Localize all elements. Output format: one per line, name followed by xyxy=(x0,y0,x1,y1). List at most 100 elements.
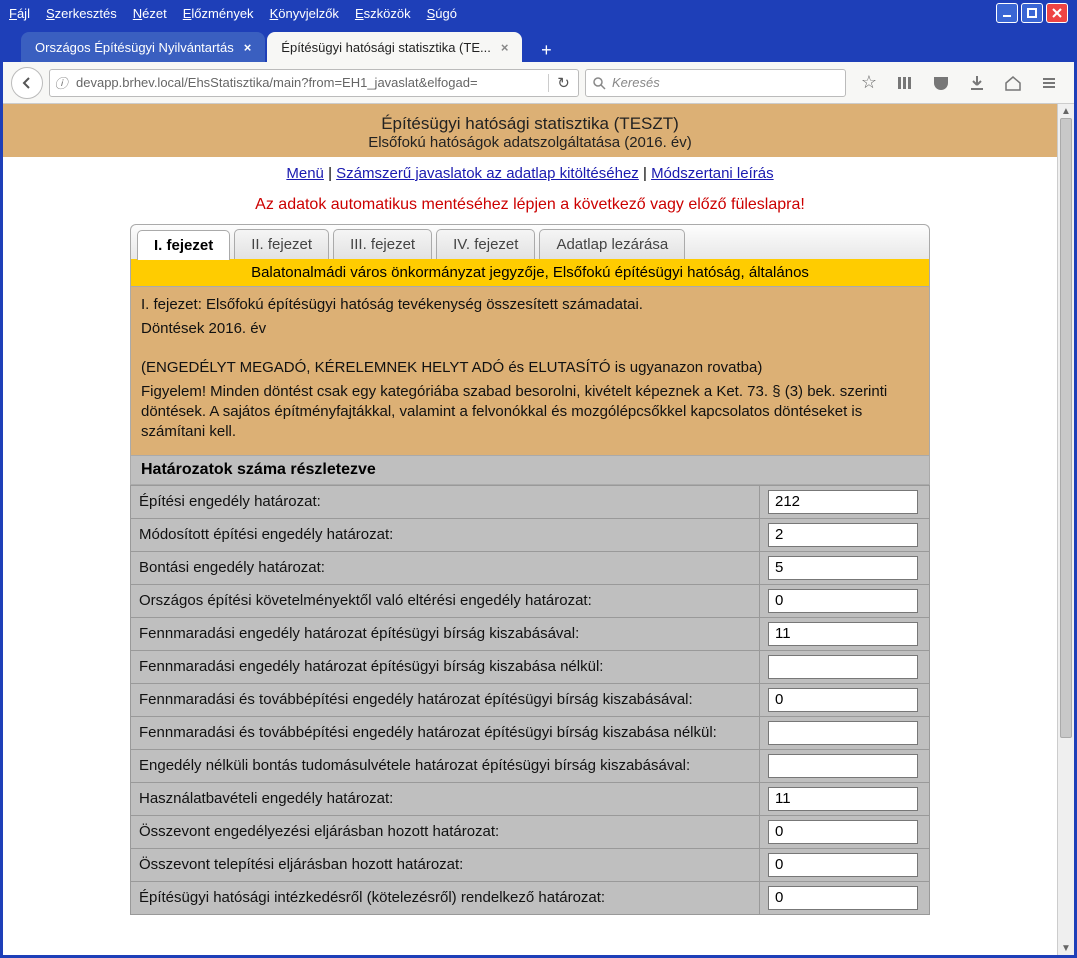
form-row: Használatbavételi engedély határozat: xyxy=(131,782,930,815)
browser-tab-2[interactable]: Építésügyi hatósági statisztika (TE... × xyxy=(267,32,522,62)
row-label: Építési engedély határozat: xyxy=(131,485,760,518)
form-row: Módosított építési engedély határozat: xyxy=(131,518,930,551)
home-icon[interactable] xyxy=(1004,74,1022,92)
tab-chapter-1[interactable]: I. fejezet xyxy=(137,230,230,260)
form-row: Engedély nélküli bontás tudomásulvétele … xyxy=(131,749,930,782)
scroll-down-icon[interactable]: ▼ xyxy=(1058,941,1074,955)
row-value-cell xyxy=(760,749,930,782)
value-input[interactable] xyxy=(768,820,918,844)
browser-toolbar: ⓘ ↻ Keresés ☆ xyxy=(3,62,1074,104)
library-icon[interactable] xyxy=(896,74,914,92)
search-placeholder: Keresés xyxy=(612,75,660,90)
menu-bookmarks[interactable]: Könyvjelzők xyxy=(270,6,339,21)
scrollbar[interactable]: ▲ ▼ xyxy=(1057,104,1074,955)
scroll-thumb[interactable] xyxy=(1060,118,1072,738)
value-input[interactable] xyxy=(768,853,918,877)
address-bar[interactable]: ⓘ ↻ xyxy=(49,69,579,97)
value-input[interactable] xyxy=(768,721,918,745)
row-label: Használatbavételi engedély határozat: xyxy=(131,782,760,815)
scroll-up-icon[interactable]: ▲ xyxy=(1058,104,1074,118)
form-row: Fennmaradási engedély határozat építésüg… xyxy=(131,650,930,683)
form-row: Fennmaradási engedély határozat építésüg… xyxy=(131,617,930,650)
menu-icon[interactable] xyxy=(1040,74,1058,92)
tab-chapter-2[interactable]: II. fejezet xyxy=(234,229,329,259)
value-input[interactable] xyxy=(768,622,918,646)
row-value-cell xyxy=(760,650,930,683)
menu-help[interactable]: Súgó xyxy=(427,6,457,21)
value-input[interactable] xyxy=(768,655,918,679)
link-szam[interactable]: Számszerű javaslatok az adatlap kitöltés… xyxy=(336,165,639,182)
links-row: Menü | Számszerű javaslatok az adatlap k… xyxy=(3,157,1057,190)
pocket-icon[interactable] xyxy=(932,74,950,92)
form-row: Összevont engedélyezési eljárásban hozot… xyxy=(131,815,930,848)
row-label: Bontási engedély határozat: xyxy=(131,551,760,584)
minimize-button[interactable] xyxy=(996,3,1018,23)
window-controls xyxy=(996,3,1068,23)
row-label: Építésügyi hatósági intézkedésről (kötel… xyxy=(131,881,760,914)
menu-history[interactable]: Előzmények xyxy=(183,6,254,21)
maximize-button[interactable] xyxy=(1021,3,1043,23)
row-label: Összevont telepítési eljárásban hozott h… xyxy=(131,848,760,881)
row-value-cell xyxy=(760,584,930,617)
form-row: Fennmaradási és továbbépítési engedély h… xyxy=(131,716,930,749)
page-viewport: Építésügyi hatósági statisztika (TESZT) … xyxy=(3,104,1074,955)
value-input[interactable] xyxy=(768,754,918,778)
value-input[interactable] xyxy=(768,490,918,514)
value-input[interactable] xyxy=(768,556,918,580)
tab-adatlap-lezarasa[interactable]: Adatlap lezárása xyxy=(539,229,685,259)
tab-chapter-4[interactable]: IV. fejezet xyxy=(436,229,535,259)
form-row: Építési engedély határozat: xyxy=(131,485,930,518)
value-input[interactable] xyxy=(768,688,918,712)
tab-chapter-3[interactable]: III. fejezet xyxy=(333,229,432,259)
toolbar-icons: ☆ xyxy=(852,74,1066,92)
menu-edit[interactable]: Szerkesztés xyxy=(46,6,117,21)
value-input[interactable] xyxy=(768,523,918,547)
app-menubar: Fájl Szerkesztés Nézet Előzmények Könyvj… xyxy=(3,0,1074,26)
value-input[interactable] xyxy=(768,787,918,811)
browser-tab-1[interactable]: Országos Építésügyi Nyilvántartás × xyxy=(21,32,265,62)
info-icon[interactable]: ⓘ xyxy=(50,73,72,92)
star-icon[interactable]: ☆ xyxy=(860,74,878,92)
row-label: Engedély nélküli bontás tudomásulvétele … xyxy=(131,749,760,782)
link-modsz[interactable]: Módszertani leírás xyxy=(651,165,774,182)
row-label: Összevont engedélyezési eljárásban hozot… xyxy=(131,815,760,848)
menu-view[interactable]: Nézet xyxy=(133,6,167,21)
row-value-cell xyxy=(760,551,930,584)
reload-icon[interactable]: ↻ xyxy=(548,74,578,92)
row-label: Fennmaradási és továbbépítési engedély h… xyxy=(131,683,760,716)
row-value-cell xyxy=(760,716,930,749)
back-button[interactable] xyxy=(11,67,43,99)
org-bar: Balatonalmádi város önkormányzat jegyzőj… xyxy=(130,259,930,287)
row-value-cell xyxy=(760,881,930,914)
form-row: Országos építési követelményektől való e… xyxy=(131,584,930,617)
url-input[interactable] xyxy=(72,70,548,96)
row-value-cell xyxy=(760,518,930,551)
row-label: Fennmaradási engedély határozat építésüg… xyxy=(131,617,760,650)
new-tab-button[interactable]: + xyxy=(532,38,560,62)
row-value-cell xyxy=(760,683,930,716)
chapter-tabs: I. fejezet II. fejezet III. fejezet IV. … xyxy=(130,224,930,259)
row-value-cell xyxy=(760,782,930,815)
value-input[interactable] xyxy=(768,589,918,613)
menu-file[interactable]: Fájl xyxy=(9,6,30,21)
banner-title: Építésügyi hatósági statisztika (TESZT) xyxy=(3,114,1057,134)
tab-label: Építésügyi hatósági statisztika (TE... xyxy=(281,40,491,55)
banner-subtitle: Elsőfokú hatóságok adatszolgáltatása (20… xyxy=(3,134,1057,151)
save-warning: Az adatok automatikus mentéséhez lépjen … xyxy=(3,190,1057,224)
search-bar[interactable]: Keresés xyxy=(585,69,846,97)
form-table: Építési engedély határozat:Módosított ép… xyxy=(130,485,930,915)
row-value-cell xyxy=(760,617,930,650)
row-value-cell xyxy=(760,815,930,848)
row-value-cell xyxy=(760,485,930,518)
form-row: Összevont telepítési eljárásban hozott h… xyxy=(131,848,930,881)
close-button[interactable] xyxy=(1046,3,1068,23)
row-label: Fennmaradási engedély határozat építésüg… xyxy=(131,650,760,683)
close-icon[interactable]: × xyxy=(244,40,252,55)
close-icon[interactable]: × xyxy=(501,40,509,55)
menu-tools[interactable]: Eszközök xyxy=(355,6,411,21)
value-input[interactable] xyxy=(768,886,918,910)
form-row: Fennmaradási és továbbépítési engedély h… xyxy=(131,683,930,716)
link-menu[interactable]: Menü xyxy=(286,165,324,182)
tab-label: Országos Építésügyi Nyilvántartás xyxy=(35,40,234,55)
download-icon[interactable] xyxy=(968,74,986,92)
